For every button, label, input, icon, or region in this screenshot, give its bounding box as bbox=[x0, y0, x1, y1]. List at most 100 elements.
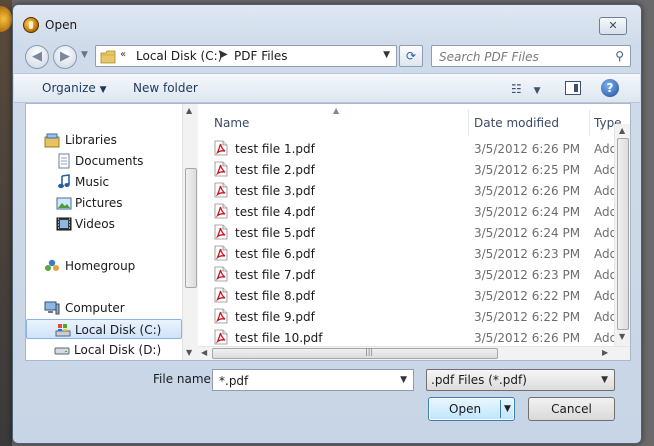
scroll-up-icon[interactable]: ▲ bbox=[186, 106, 192, 115]
close-icon: ✕ bbox=[608, 19, 618, 32]
breadcrumb-chevron-icon[interactable]: ▶ bbox=[220, 49, 228, 60]
file-type-select[interactable]: .pdf Files (*.pdf) ▼ bbox=[426, 369, 615, 391]
column-label: Date modified bbox=[474, 116, 560, 130]
open-dialog: Open ✕ ◀ ▶ ▼ « Local Disk (C:) ▶ PDF Fil… bbox=[12, 4, 642, 444]
file-list-vertical-scrollbar[interactable]: ▲ ▼ bbox=[614, 124, 630, 346]
file-type-value: .pdf Files (*.pdf) bbox=[431, 373, 527, 387]
dialog-title: Open bbox=[45, 18, 78, 32]
back-button[interactable]: ◀ bbox=[25, 45, 49, 69]
refresh-button[interactable]: ⟳ bbox=[399, 45, 423, 67]
computer-icon bbox=[44, 301, 60, 315]
new-folder-button[interactable]: New folder bbox=[133, 81, 198, 95]
pdf-file-icon bbox=[214, 161, 228, 177]
open-button[interactable]: Open ▼ bbox=[428, 397, 515, 421]
nav-item-libraries[interactable]: Libraries bbox=[26, 130, 182, 150]
address-dropdown-icon[interactable]: ▼ bbox=[383, 50, 390, 60]
file-list-horizontal-scrollbar[interactable]: ◀ ||| ▶ bbox=[198, 346, 630, 360]
scrollbar-grip-icon: ||| bbox=[365, 347, 374, 356]
parent-app-edge bbox=[0, 0, 12, 446]
navigation-pane-scrollbar[interactable]: ▲ ▼ bbox=[182, 104, 198, 360]
search-input[interactable] bbox=[437, 49, 607, 65]
scroll-left-icon[interactable]: ◀ bbox=[201, 348, 207, 357]
address-bar[interactable]: « Local Disk (C:) ▶ PDF Files ▼ bbox=[95, 45, 397, 67]
back-arrow-icon: ◀ bbox=[32, 49, 42, 64]
pdf-file-icon bbox=[214, 308, 228, 324]
scrollbar-thumb[interactable] bbox=[185, 168, 197, 288]
file-name-combobox[interactable]: ▼ bbox=[212, 369, 414, 391]
file-date-modified: 3/5/2012 6:26 PM bbox=[474, 331, 581, 345]
open-label: Open bbox=[449, 402, 482, 416]
file-date-modified: 3/5/2012 6:25 PM bbox=[474, 163, 581, 177]
column-header-name[interactable]: Name bbox=[198, 104, 468, 138]
nav-label: Local Disk (C:) bbox=[75, 323, 162, 337]
file-row[interactable]: test file 3.pdf 3/5/2012 6:26 PM Adobe bbox=[198, 180, 630, 201]
file-row[interactable]: test file 8.pdf 3/5/2012 6:22 PM Adobe bbox=[198, 285, 630, 306]
recent-locations-dropdown[interactable]: ▼ bbox=[81, 50, 88, 60]
music-icon bbox=[58, 174, 70, 189]
nav-label: Videos bbox=[75, 217, 115, 231]
nav-label: Documents bbox=[75, 154, 144, 168]
preview-pane-icon[interactable] bbox=[565, 81, 581, 95]
file-name: test file 2.pdf bbox=[235, 163, 315, 177]
file-row[interactable]: test file 7.pdf 3/5/2012 6:23 PM Adobe bbox=[198, 264, 630, 285]
file-date-modified: 3/5/2012 6:22 PM bbox=[474, 310, 581, 324]
file-date-modified: 3/5/2012 6:24 PM bbox=[474, 226, 581, 240]
nav-label: Computer bbox=[65, 301, 125, 315]
pdf-file-icon bbox=[214, 266, 228, 282]
nav-item-music[interactable]: Music bbox=[26, 172, 182, 192]
nav-item-computer[interactable]: Computer bbox=[26, 298, 182, 318]
navigation-bar: ◀ ▶ ▼ « Local Disk (C:) ▶ PDF Files ▼ ⟳ … bbox=[13, 41, 641, 73]
nav-label: Local Disk (D:) bbox=[74, 343, 162, 357]
cancel-button[interactable]: Cancel bbox=[528, 397, 615, 421]
scroll-down-icon[interactable]: ▼ bbox=[619, 332, 625, 341]
scrollbar-thumb[interactable]: ||| bbox=[212, 347, 498, 359]
scroll-right-icon[interactable]: ▶ bbox=[602, 348, 608, 357]
breadcrumb-overflow[interactable]: « bbox=[120, 49, 126, 60]
column-header-date-modified[interactable]: Date modified bbox=[469, 104, 589, 138]
file-name-input[interactable] bbox=[217, 373, 387, 389]
help-icon[interactable]: ? bbox=[601, 79, 619, 97]
nav-item-local-disk-d[interactable]: Local Disk (D:) bbox=[26, 340, 182, 360]
scrollbar-thumb[interactable] bbox=[617, 138, 629, 330]
file-date-modified: 3/5/2012 6:24 PM bbox=[474, 205, 581, 219]
search-box[interactable]: ⚲ bbox=[431, 45, 631, 67]
breadcrumb-pdf-files[interactable]: PDF Files bbox=[234, 49, 288, 63]
scroll-down-icon[interactable]: ▼ bbox=[186, 348, 192, 357]
nav-label: Pictures bbox=[75, 196, 123, 210]
file-row[interactable]: test file 1.pdf 3/5/2012 6:26 PM Adobe bbox=[198, 138, 630, 159]
chevron-down-icon[interactable]: ▼ bbox=[400, 375, 407, 385]
file-row[interactable]: test file 2.pdf 3/5/2012 6:25 PM Adobe bbox=[198, 159, 630, 180]
file-row[interactable]: test file 6.pdf 3/5/2012 6:23 PM Adobe bbox=[198, 243, 630, 264]
forward-arrow-icon: ▶ bbox=[60, 49, 70, 64]
scroll-up-icon[interactable]: ▲ bbox=[619, 126, 625, 135]
nav-item-local-disk-c[interactable]: Local Disk (C:) bbox=[26, 319, 182, 339]
organize-button[interactable]: Organize ▼ bbox=[42, 81, 107, 95]
pdf-file-icon bbox=[214, 224, 228, 240]
folder-icon bbox=[100, 50, 116, 64]
open-options-dropdown-icon[interactable]: ▼ bbox=[504, 404, 511, 414]
nav-item-pictures[interactable]: Pictures bbox=[26, 193, 182, 213]
forward-button[interactable]: ▶ bbox=[53, 45, 77, 69]
nav-label: Music bbox=[75, 175, 110, 189]
search-icon[interactable]: ⚲ bbox=[615, 49, 624, 63]
title-bar[interactable]: Open ✕ bbox=[13, 5, 641, 41]
pdf-file-icon bbox=[214, 245, 228, 261]
nav-label: Homegroup bbox=[65, 259, 136, 273]
file-name: test file 5.pdf bbox=[235, 226, 315, 240]
file-name: test file 10.pdf bbox=[235, 331, 323, 345]
videos-icon bbox=[56, 217, 72, 231]
file-row[interactable]: test file 10.pdf 3/5/2012 6:26 PM Adobe bbox=[198, 327, 630, 348]
close-button[interactable]: ✕ bbox=[599, 17, 627, 35]
file-date-modified: 3/5/2012 6:23 PM bbox=[474, 247, 581, 261]
file-list: ▲ Name Date modified Type test file 1.pd… bbox=[198, 104, 630, 360]
nav-item-homegroup[interactable]: Homegroup bbox=[26, 256, 182, 276]
file-row[interactable]: test file 4.pdf 3/5/2012 6:24 PM Adobe bbox=[198, 201, 630, 222]
breadcrumb-local-disk-c[interactable]: Local Disk (C:) bbox=[136, 49, 222, 63]
nav-item-documents[interactable]: Documents bbox=[26, 151, 182, 171]
nav-item-videos[interactable]: Videos bbox=[26, 214, 182, 234]
change-view-button[interactable]: ☷ ▼ bbox=[511, 82, 541, 96]
file-name: test file 7.pdf bbox=[235, 268, 315, 282]
file-row[interactable]: test file 5.pdf 3/5/2012 6:24 PM Adobe bbox=[198, 222, 630, 243]
split-divider bbox=[500, 400, 501, 418]
file-row[interactable]: test file 9.pdf 3/5/2012 6:22 PM Adobe bbox=[198, 306, 630, 327]
